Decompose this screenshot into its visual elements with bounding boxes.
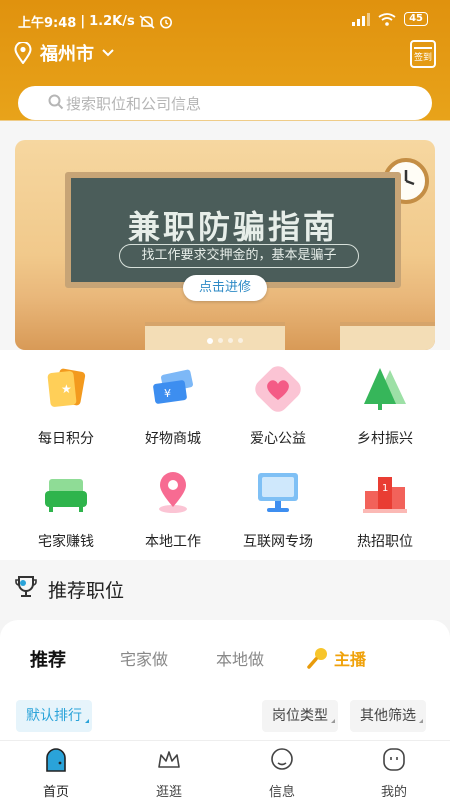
tab-anchor-label: 主播 [334, 650, 367, 669]
carousel-dots [207, 338, 243, 344]
svg-text:1: 1 [382, 483, 388, 494]
signin-button[interactable]: 签到 [410, 40, 436, 68]
search-placeholder: 搜索职位和公司信息 [66, 94, 202, 113]
recommend-title: 推荐职位 [48, 580, 125, 602]
grid-item-rural[interactable]: 乡村振兴 [329, 350, 441, 450]
tree-icon [364, 368, 406, 410]
crown-icon [158, 751, 180, 768]
top-header: 福州市 签到 [14, 40, 436, 70]
grid-item-work-from-home[interactable]: 宅家赚钱 [10, 453, 122, 553]
chalkboard-illustration: 兼职防骗指南 找工作要求交押金的，基本是骗子 [65, 172, 401, 288]
calendar-card-icon: ★ [47, 368, 86, 407]
home-door-icon [46, 748, 66, 772]
heart-icon [255, 366, 301, 412]
grid-item-local-work[interactable]: 本地工作 [117, 453, 229, 553]
message-icon [271, 748, 293, 770]
banner-learn-button[interactable]: 点击进修 [183, 275, 267, 301]
bottom-nav: 首页 逛逛 信息 我的 [0, 740, 450, 800]
grid-item-daily-points[interactable]: ★ 每日积分 [10, 350, 122, 450]
nav-profile[interactable]: 我的 [354, 747, 434, 800]
search-icon [48, 94, 64, 110]
signin-label: 签到 [413, 53, 432, 63]
monitor-icon [258, 473, 298, 512]
job-tabs: 推荐 宅家做 本地做 主播 [0, 640, 450, 680]
microphone-icon [307, 648, 327, 669]
desk-illustration [340, 322, 435, 350]
other-filter[interactable]: 其他筛选 [350, 700, 426, 732]
city-name: 福州市 [40, 44, 94, 65]
signal-icon [352, 12, 371, 26]
search-input[interactable]: 搜索职位和公司信息 [18, 86, 432, 120]
tab-recommend[interactable]: 推荐 [30, 646, 66, 672]
city-selector[interactable]: 福州市 [14, 40, 114, 66]
trophy-icon [15, 576, 37, 597]
grid-item-goods-mall[interactable]: ¥ 好物商城 [117, 350, 229, 450]
grid-item-hot-jobs[interactable]: 1 热招职位 [329, 453, 441, 553]
location-icon [14, 42, 32, 64]
desk-illustration [145, 322, 285, 350]
tab-local[interactable]: 本地做 [216, 646, 264, 670]
location-pin-icon [159, 472, 187, 513]
svg-text:★: ★ [61, 382, 72, 396]
recommend-section-header: 推荐职位 [0, 560, 450, 620]
promo-banner[interactable]: 兼职防骗指南 找工作要求交押金的，基本是骗子 点击进修 [15, 140, 435, 350]
status-time: 上午9:48 [18, 16, 77, 31]
mute-icon [139, 14, 155, 29]
network-speed: 1.2K/s [89, 14, 135, 29]
sofa-icon [45, 479, 87, 512]
tab-anchor[interactable]: 主播 [306, 646, 366, 670]
banner-subtitle: 找工作要求交押金的，基本是骗子 [119, 244, 359, 268]
banner-title: 兼职防骗指南 [127, 208, 338, 246]
alarm-icon [159, 16, 172, 28]
tab-home[interactable]: 宅家做 [120, 646, 168, 670]
nav-home[interactable]: 首页 [16, 747, 96, 800]
sort-filter[interactable]: 默认排行 [16, 700, 92, 732]
battery-indicator: 45 [404, 12, 428, 26]
filter-bar: 默认排行 岗位类型 其他筛选 [0, 700, 450, 736]
chevron-down-icon [102, 49, 114, 57]
nav-messages[interactable]: 信息 [242, 747, 322, 800]
profile-icon [383, 748, 405, 771]
tickets-icon: ¥ [153, 369, 193, 404]
podium-icon: 1 [363, 477, 407, 513]
wifi-icon [378, 12, 396, 26]
status-bar: 上午9:48 | 1.2K/s 45 [0, 0, 450, 38]
feature-grid: ★ 每日积分 ¥ 好物商城 爱心公益 乡村振兴 宅家赚钱 本地工作 互联网专场 … [0, 350, 450, 560]
grid-item-internet[interactable]: 互联网专场 [222, 453, 334, 553]
svg-text:¥: ¥ [164, 387, 171, 400]
job-type-filter[interactable]: 岗位类型 [262, 700, 338, 732]
nav-explore[interactable]: 逛逛 [129, 747, 209, 800]
grid-item-charity[interactable]: 爱心公益 [222, 350, 334, 450]
